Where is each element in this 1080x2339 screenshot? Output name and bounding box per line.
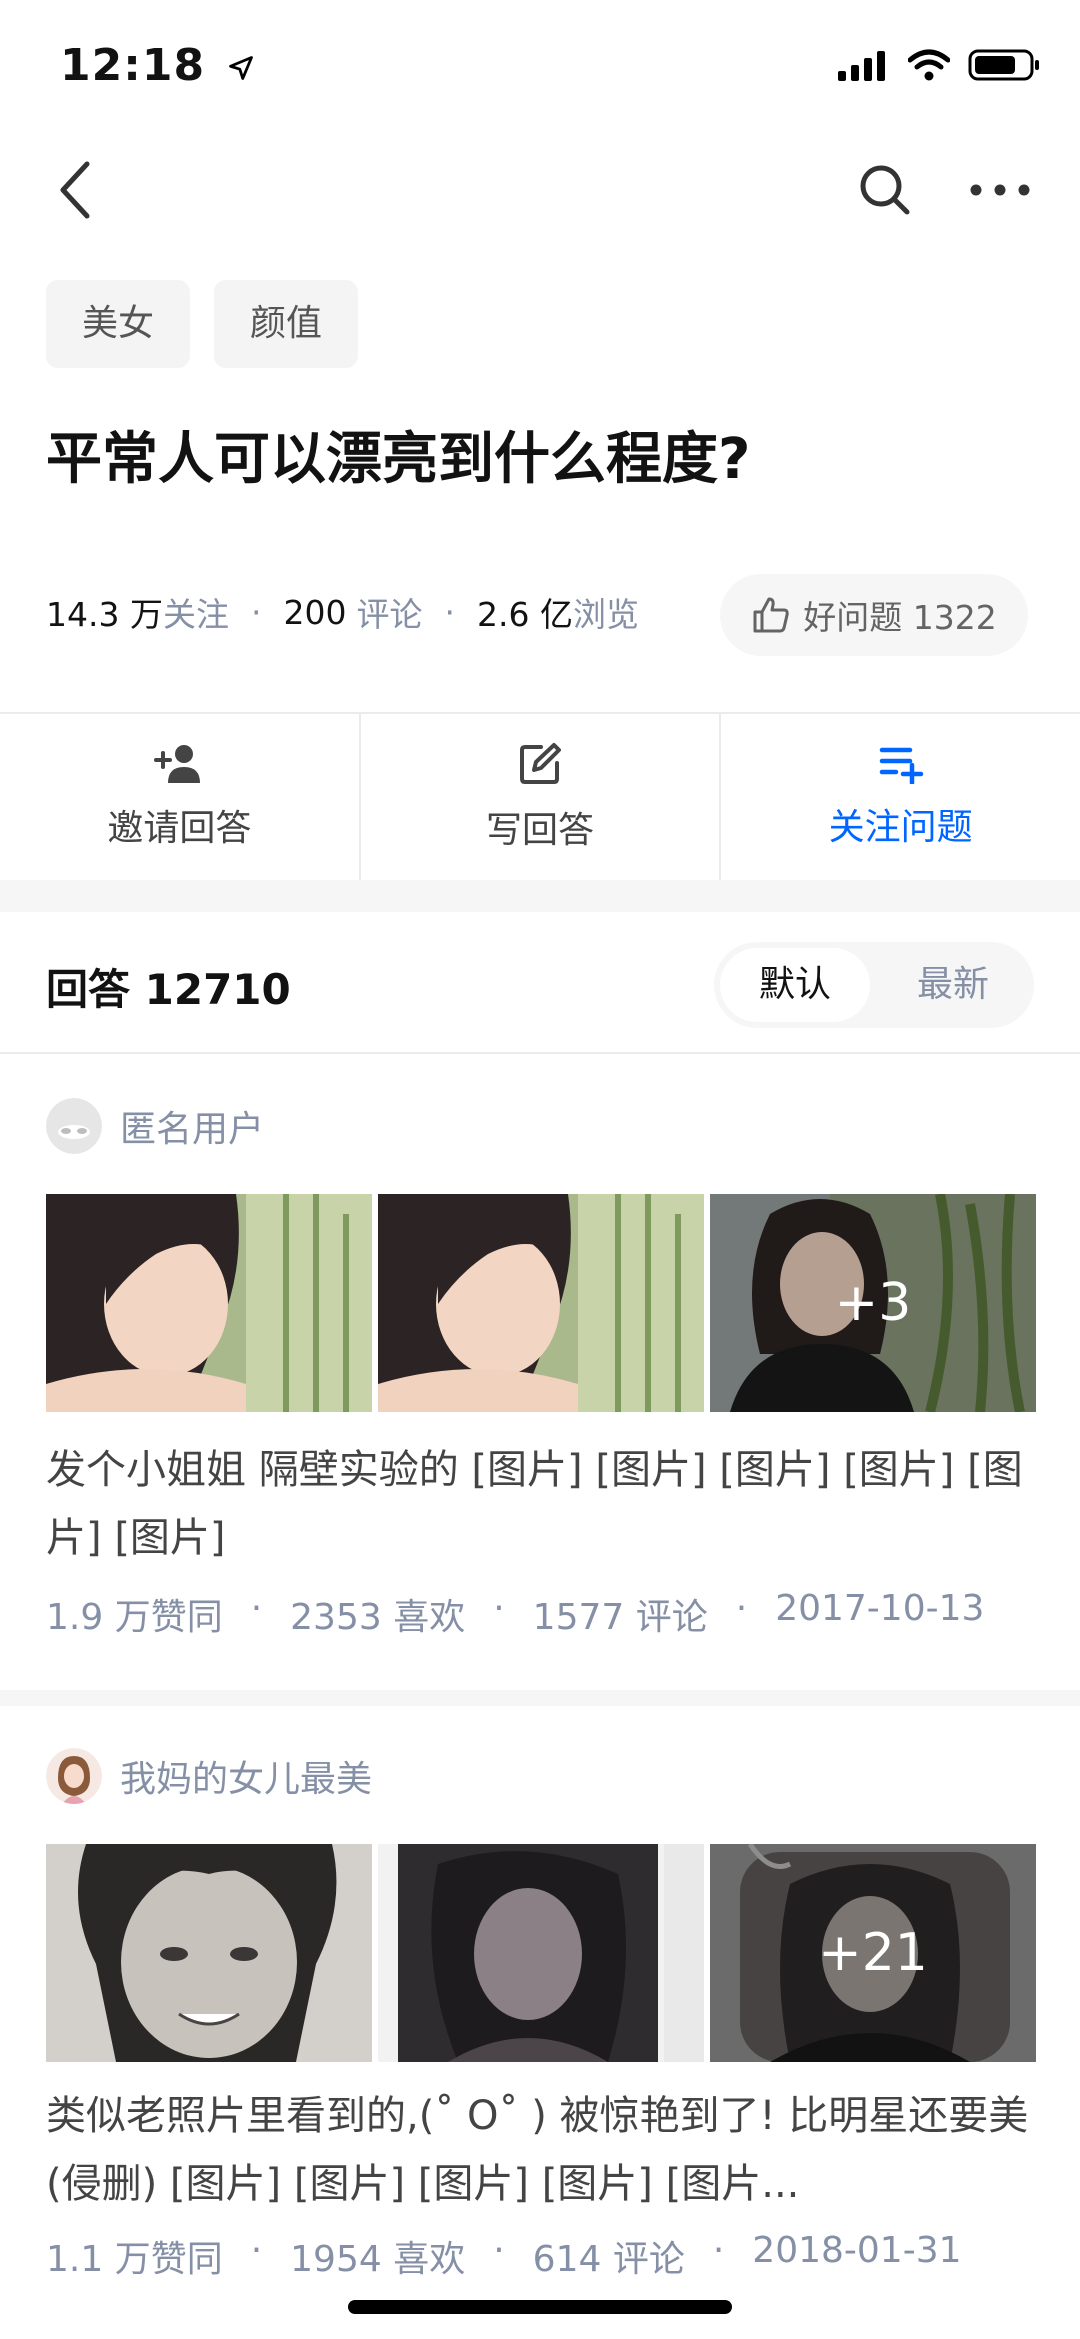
more-images-badge: +3 — [710, 1194, 1036, 1412]
follow-count: 14.3 万 — [46, 595, 163, 634]
status-bar: 12:18 — [0, 0, 1080, 132]
answer-image[interactable] — [378, 1844, 704, 2062]
meta-separator: · — [493, 2230, 505, 2271]
answers-count-title: 回答 12710 — [46, 965, 291, 1014]
signal-icon — [838, 51, 885, 81]
edit-icon — [520, 743, 561, 784]
stat-separator: · — [250, 592, 262, 632]
good-question-button[interactable]: 好问题 1322 — [720, 574, 1028, 656]
follow-question-label: 关注问题 — [828, 807, 973, 848]
meta-separator: · — [735, 1588, 748, 1629]
invite-answer-label: 邀请回答 — [107, 808, 252, 849]
follow-question-button[interactable]: 关注问题 — [719, 714, 1080, 880]
vote-count: 1.9 万赞同 — [46, 1597, 223, 1638]
answer-author[interactable]: 我妈的女儿最美 — [46, 1748, 372, 1804]
nav-bar — [0, 140, 1080, 240]
time-text: 12:18 — [60, 40, 206, 91]
invite-answer-button[interactable]: 邀请回答 — [0, 714, 359, 880]
search-icon — [860, 165, 910, 215]
tag-item[interactable]: 美女 — [46, 280, 191, 368]
comment-label[interactable]: 评论 — [356, 588, 422, 636]
section-gap — [0, 880, 1080, 912]
avatar — [46, 1098, 102, 1154]
good-question-label: 好问题 1322 — [803, 598, 997, 637]
answer-separator — [0, 1690, 1080, 1706]
more-images-badge: +21 — [710, 1844, 1036, 2062]
status-time: 12:18 — [60, 40, 255, 91]
answer-image[interactable]: +21 — [710, 1844, 1036, 2062]
like-count: 2353 喜欢 — [290, 1597, 466, 1638]
avatar — [46, 1748, 102, 1804]
vote-count: 1.1 万赞同 — [46, 2239, 223, 2280]
back-icon — [60, 161, 90, 219]
home-indicator[interactable] — [348, 2300, 732, 2314]
battery-icon — [968, 49, 1039, 81]
author-name: 匿名用户 — [120, 1109, 265, 1150]
more-icon — [970, 184, 1030, 196]
comment-count: 614 评论 — [532, 2239, 685, 2280]
answers-header: 回答 12710 默认 最新 — [0, 912, 1080, 1052]
stat-separator: · — [444, 592, 455, 632]
comment-count: 1577 评论 — [532, 1597, 708, 1638]
topic-tags: 美女 颜值 — [46, 280, 359, 368]
answer-card[interactable]: 匿名用户 +3 发个小姐姐 隔壁实验的 [图片] [图片] [图片] [图片] … — [0, 1052, 1080, 1692]
question-title: 平常人可以漂亮到什么程度? — [46, 427, 751, 492]
meta-separator: · — [493, 1588, 505, 1629]
sort-default-option[interactable]: 默认 — [720, 948, 870, 1022]
write-answer-button[interactable]: 写回答 — [358, 714, 720, 880]
more-button[interactable] — [960, 150, 1040, 230]
add-person-icon — [154, 745, 201, 783]
answer-images: +21 — [46, 1844, 1036, 2062]
answer-date: 2018-01-31 — [752, 2230, 962, 2271]
meta-separator: · — [250, 1588, 263, 1629]
answer-image[interactable] — [46, 1844, 372, 2062]
comment-count[interactable]: 200 — [283, 593, 346, 632]
like-count: 1954 喜欢 — [290, 2239, 466, 2280]
view-count: 2.6 亿 — [476, 595, 573, 634]
answer-card[interactable]: 我妈的女儿最美 +21 类似老照片里看到的,(˚ O˚) 被惊艳到了! 比明星… — [0, 1706, 1080, 2306]
location-arrow-icon — [229, 56, 254, 80]
write-answer-label: 写回答 — [486, 810, 595, 851]
sort-latest-option[interactable]: 最新 — [878, 948, 1028, 1022]
follow-list-icon — [879, 747, 923, 784]
meta-separator: · — [250, 2230, 263, 2271]
wifi-icon — [908, 49, 950, 81]
status-indicators — [838, 48, 1040, 82]
follow-label: 关注 — [162, 595, 229, 634]
view-label: 浏览 — [572, 595, 639, 634]
author-name: 我妈的女儿最美 — [120, 1759, 373, 1800]
answer-author[interactable]: 匿名用户 — [46, 1098, 264, 1154]
answer-date: 2017-10-13 — [775, 1588, 985, 1629]
thumbs-up-icon — [753, 597, 789, 633]
meta-separator: · — [712, 2230, 725, 2271]
answer-excerpt[interactable]: 发个小姐姐 隔壁实验的 [图片] [图片] [图片] [图片] [图片] [图片… — [46, 1436, 1036, 1572]
answer-images: +3 — [46, 1194, 1036, 1412]
sort-toggle: 默认 最新 — [714, 942, 1034, 1028]
answer-image[interactable] — [378, 1194, 704, 1412]
question-actions: 邀请回答 写回答 关注问题 — [0, 714, 1080, 880]
question-stats: 14.3 万 关注 · 200 评论 · 2.6 亿 浏览 — [46, 588, 639, 636]
answer-image[interactable]: +3 — [710, 1194, 1036, 1412]
answer-image[interactable] — [46, 1194, 372, 1412]
answer-excerpt[interactable]: 类似老照片里看到的,(˚ O˚ ) 被惊艳到了! 比明星还要美 (侵删) [图片… — [46, 2082, 1036, 2218]
back-button[interactable] — [40, 150, 110, 230]
search-button[interactable] — [850, 150, 920, 230]
answer-meta: 1.9 万赞同 · 2353 喜欢 · 1577 评论 · 2017-10-13 — [46, 1588, 984, 1640]
tag-item[interactable]: 颜值 — [214, 280, 359, 368]
answer-meta: 1.1 万赞同 · 1954 喜欢 · 614 评论 · 2018-01-31 — [46, 2230, 962, 2282]
